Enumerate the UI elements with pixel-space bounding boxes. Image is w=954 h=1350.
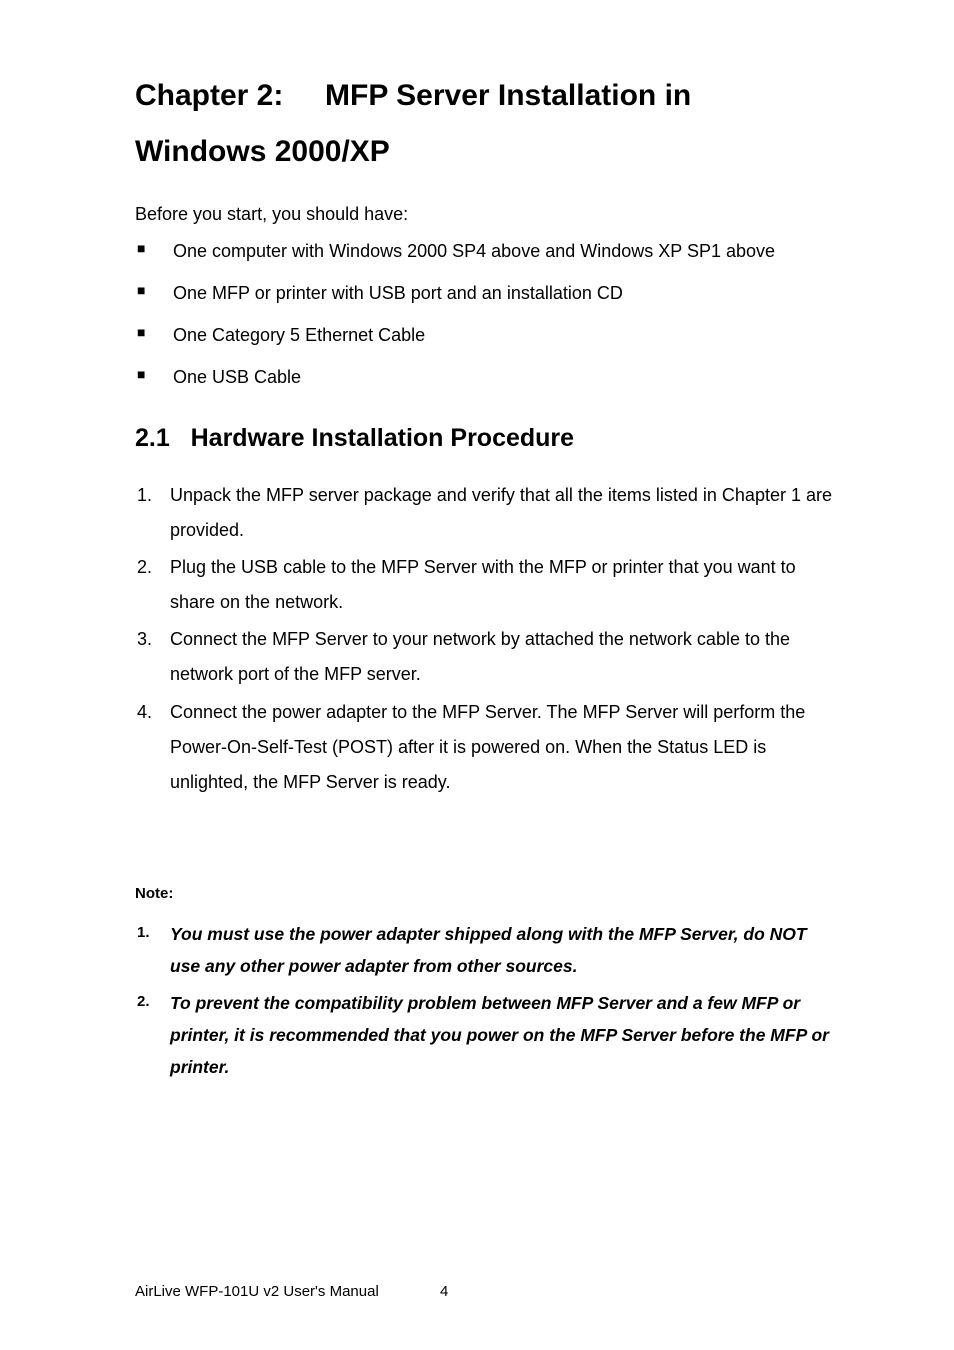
footer-text: AirLive WFP-101U v2 User's Manual [135, 1283, 379, 1300]
chapter-title: Chapter 2: MFP Server Installation in Wi… [135, 68, 839, 179]
list-item: You must use the power adapter shipped a… [135, 918, 839, 983]
list-item: Connect the MFP Server to your network b… [135, 622, 839, 692]
list-item: Unpack the MFP server package and verify… [135, 478, 839, 548]
page-number: 4 [440, 1283, 448, 1300]
list-item: To prevent the compatibility problem bet… [135, 987, 839, 1084]
section-heading: 2.1 Hardware Installation Procedure [135, 424, 839, 453]
list-item: One MFP or printer with USB port and an … [135, 280, 839, 307]
list-item: One USB Cable [135, 364, 839, 391]
list-item: One Category 5 Ethernet Cable [135, 322, 839, 349]
list-item: Connect the power adapter to the MFP Ser… [135, 695, 839, 800]
note-label: Note: [135, 885, 839, 902]
note-list: You must use the power adapter shipped a… [135, 918, 839, 1084]
intro-text: Before you start, you should have: [135, 201, 839, 228]
procedure-list: Unpack the MFP server package and verify… [135, 478, 839, 800]
chapter-title-line2: Windows 2000/XP [135, 135, 390, 168]
section-number: 2.1 [135, 424, 170, 452]
list-item: Plug the USB cable to the MFP Server wit… [135, 550, 839, 620]
section-title: Hardware Installation Procedure [191, 424, 574, 452]
requirements-list: One computer with Windows 2000 SP4 above… [135, 238, 839, 391]
list-item: One computer with Windows 2000 SP4 above… [135, 238, 839, 265]
chapter-title-line1: Chapter 2: MFP Server Installation in [135, 79, 691, 112]
